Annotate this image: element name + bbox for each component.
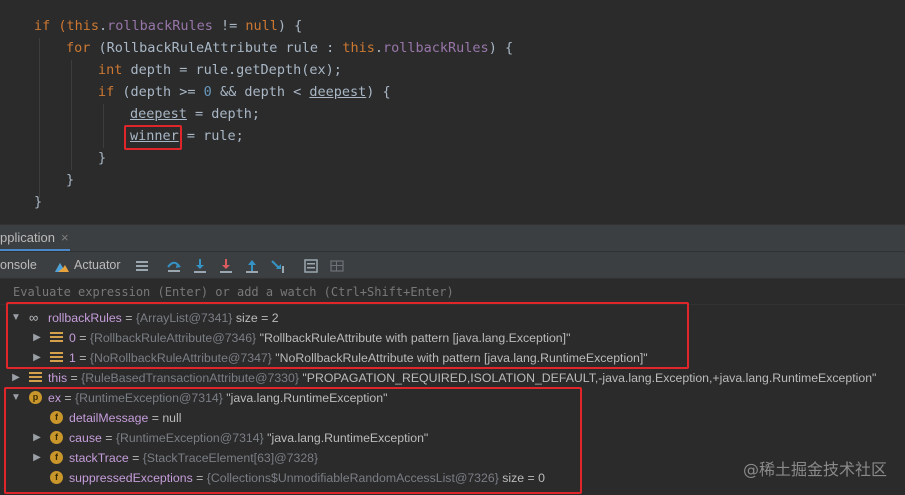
code-line: if (this.rollbackRules != null) {: [34, 16, 302, 36]
close-icon[interactable]: ×: [61, 230, 69, 245]
field-list-icon: [29, 372, 42, 384]
code-token: !=: [212, 18, 246, 34]
tab-application[interactable]: pplication ×: [0, 225, 69, 251]
step-over-icon[interactable]: [166, 258, 182, 274]
code-line: }: [34, 192, 42, 212]
code-token: deepest: [130, 106, 187, 122]
tab-actuator[interactable]: Actuator: [74, 252, 121, 279]
tab-console[interactable]: onsole: [0, 252, 37, 279]
highlight-winner: [124, 125, 182, 150]
code-token: .: [374, 40, 384, 56]
code-token: }: [66, 172, 75, 188]
code-token: ) {: [366, 84, 391, 100]
equals-sign: =: [67, 371, 82, 385]
indent-guide: [71, 60, 72, 170]
code-line: deepest = depth;: [130, 104, 260, 124]
code-token: }: [34, 194, 43, 210]
code-token: (depth >=: [122, 84, 204, 100]
debug-tab-bar: pplication ×: [0, 224, 905, 251]
variable-name: this: [48, 371, 68, 385]
tab-label: pplication: [0, 230, 55, 245]
code-token: this: [66, 18, 100, 34]
code-token: && depth <: [211, 84, 310, 100]
evaluate-icon[interactable]: [303, 258, 319, 274]
code-line: for (RollbackRuleAttribute rule : this.r…: [66, 38, 513, 58]
code-token: ) {: [277, 18, 303, 34]
code-token: if (: [34, 18, 67, 34]
force-step-into-icon[interactable]: [218, 258, 234, 274]
highlight-rollback-rules: [6, 302, 689, 369]
code-line: if (depth >= 0 && depth < deepest) {: [98, 82, 391, 102]
code-token: ) {: [488, 40, 514, 56]
menu-icon[interactable]: [134, 258, 150, 274]
trace-icon[interactable]: [329, 258, 345, 274]
code-token: this: [342, 40, 375, 56]
code-line: int depth = rule.getDepth(ex);: [98, 60, 342, 80]
code-token: (RollbackRuleAttribute rule :: [98, 40, 343, 56]
code-token: if: [98, 84, 123, 100]
code-line: }: [66, 170, 74, 190]
code-token: 0: [203, 84, 212, 100]
variable-reference: {RuleBasedTransactionAttribute@7330}: [81, 371, 303, 385]
code-token: null: [245, 18, 278, 34]
step-into-icon[interactable]: [192, 258, 208, 274]
code-token: .: [99, 18, 108, 34]
variable-text: this = {RuleBasedTransactionAttribute@73…: [48, 368, 876, 388]
run-to-cursor-icon[interactable]: [270, 258, 286, 274]
code-editor[interactable]: if (this.rollbackRules != null) {for (Ro…: [0, 0, 905, 224]
indent-guide: [103, 104, 104, 148]
highlight-exception: [4, 387, 582, 494]
code-token: rollbackRules: [383, 40, 489, 56]
watermark: @稀土掘金技术社区: [742, 460, 887, 479]
code-token: }: [98, 150, 107, 166]
code-token: for: [66, 40, 99, 56]
code-token: int: [98, 62, 131, 78]
debug-toolbar: onsole Actuator: [0, 251, 905, 279]
actuator-icon: [55, 263, 69, 272]
variable-value: "PROPAGATION_REQUIRED,ISOLATION_DEFAULT,…: [302, 371, 877, 385]
code-token: deepest: [309, 84, 367, 100]
code-line: }: [98, 148, 106, 168]
step-out-icon[interactable]: [244, 258, 260, 274]
code-token: = rule;: [178, 128, 244, 144]
code-token: depth = rule.getDepth(ex);: [130, 62, 342, 78]
code-token: = depth;: [186, 106, 261, 122]
indent-guide: [39, 38, 40, 198]
variable-row[interactable]: ▶ this = {RuleBasedTransactionAttribute@7…: [0, 368, 905, 388]
chevron-right-icon[interactable]: ▶: [11, 368, 21, 388]
code-token: rollbackRules: [107, 18, 213, 34]
